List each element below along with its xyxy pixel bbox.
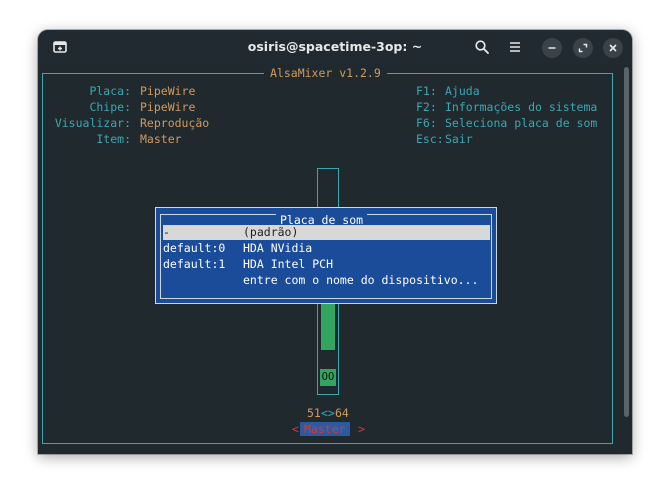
terminal-scrollbar[interactable] — [624, 67, 629, 417]
help-key-f6: F6: — [416, 116, 437, 130]
help-key-f1: F1: — [416, 84, 437, 98]
help-text-esc: Sair — [445, 132, 473, 146]
db-right-value: 64 — [335, 406, 349, 420]
info-value-card: PipeWire — [140, 84, 196, 98]
minimize-button[interactable] — [542, 38, 562, 58]
device-name: HDA NVidia — [243, 241, 313, 255]
sound-card-row-default[interactable]: - (padrão) — [163, 225, 490, 240]
help-key-esc: Esc: — [416, 132, 444, 146]
info-label-card: Placa: — [89, 84, 131, 98]
info-value-view: Reprodução — [140, 116, 210, 130]
mute-toggle[interactable]: OO — [320, 369, 336, 386]
search-icon[interactable] — [474, 39, 490, 55]
device-id: default:0 — [163, 241, 226, 255]
maximize-button[interactable] — [573, 38, 593, 58]
db-separator: <> — [321, 406, 335, 420]
title-bar: osiris@spacetime-3op: ~ — [38, 30, 632, 64]
device-name: entre com o nome do dispositivo... — [243, 273, 479, 287]
device-name: (padrão) — [243, 225, 299, 239]
info-value-item: Master — [140, 132, 182, 146]
volume-fader-level — [321, 300, 335, 350]
control-name-master[interactable]: Master — [300, 422, 350, 436]
info-label-item: Item: — [96, 132, 131, 146]
device-id: default:1 — [163, 257, 226, 271]
info-label-chip: Chipe: — [89, 100, 131, 114]
info-label-view: Visualizar: — [54, 116, 131, 130]
minimize-icon — [548, 47, 556, 49]
close-icon — [609, 44, 617, 52]
db-left-value: 51 — [307, 406, 321, 420]
close-button[interactable] — [603, 38, 623, 58]
help-text-f6: Seleciona placa de som — [445, 116, 598, 130]
maximize-icon — [578, 43, 588, 53]
sound-card-dialog: Placa de som - (padrão) default:0 HDA NVid… — [155, 207, 497, 304]
hamburger-menu-icon[interactable] — [507, 39, 523, 55]
alsamixer-title: AlsaMixer v1.2.9 — [264, 66, 387, 80]
help-key-f2: F2: — [416, 100, 437, 114]
control-right-arrow[interactable]: > — [358, 422, 365, 436]
control-left-arrow[interactable]: < — [292, 422, 299, 436]
help-text-f2: Informações do sistema — [445, 100, 598, 114]
sound-card-row-intel[interactable]: default:1 HDA Intel PCH — [163, 257, 333, 272]
info-value-chip: PipeWire — [140, 100, 196, 114]
terminal-window: osiris@spacetime-3op: ~ AlsaMixer v1.2.9 — [38, 30, 632, 454]
device-id: - — [163, 225, 170, 239]
sound-card-row-nvidia[interactable]: default:0 HDA NVidia — [163, 241, 312, 256]
device-name: HDA Intel PCH — [243, 257, 334, 271]
help-text-f1: Ajuda — [445, 84, 480, 98]
